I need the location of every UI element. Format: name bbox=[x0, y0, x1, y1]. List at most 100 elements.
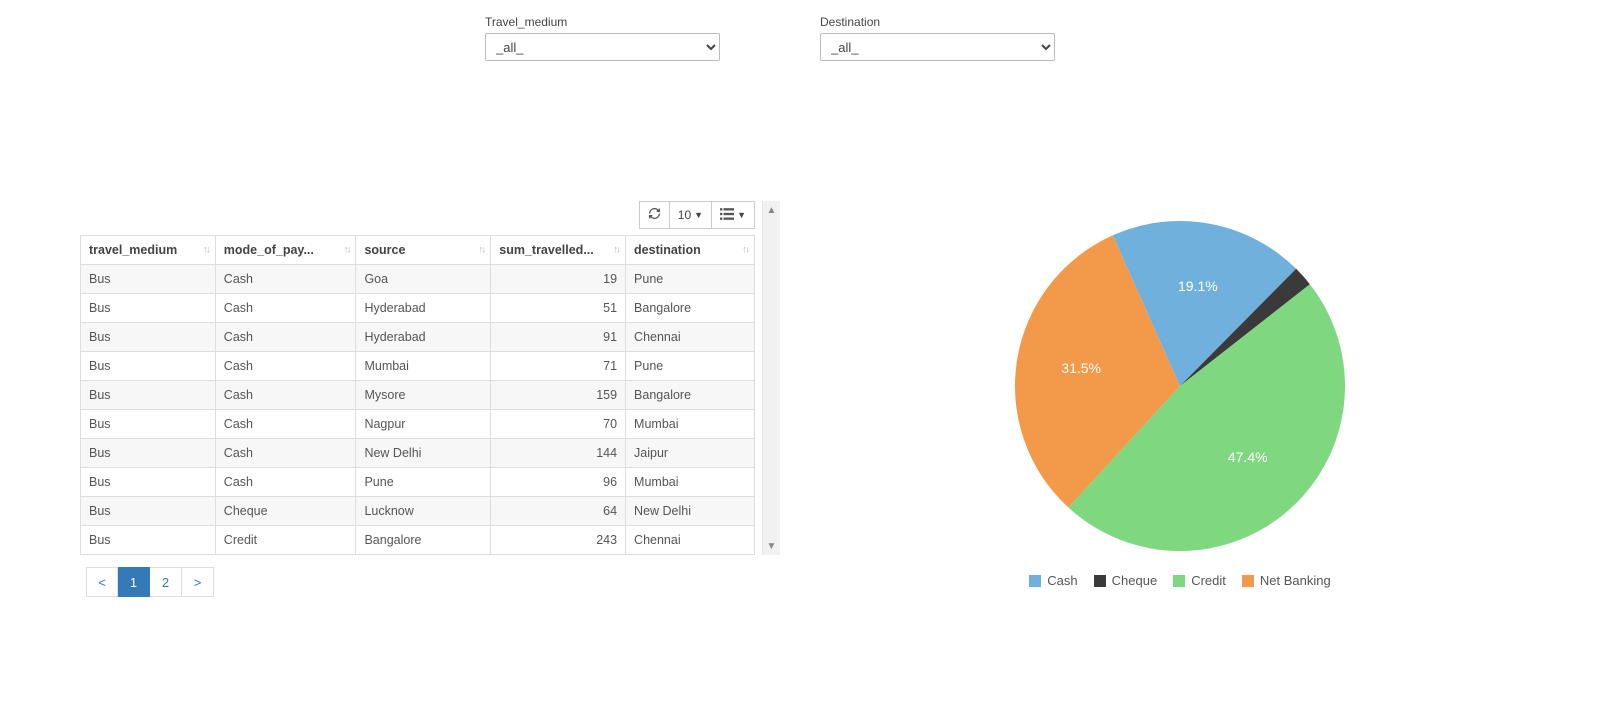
page-next-button[interactable]: > bbox=[182, 567, 214, 597]
sort-icon: ↑↓ bbox=[478, 245, 484, 256]
page-size-value: 10 bbox=[678, 208, 691, 222]
chevron-down-icon: ▼ bbox=[694, 210, 703, 220]
col-mode-of-pay[interactable]: mode_of_pay...↑↓ bbox=[215, 236, 356, 265]
legend-label: Cheque bbox=[1112, 573, 1158, 588]
cell-travel_medium: Bus bbox=[81, 265, 216, 294]
cell-destination: Pune bbox=[626, 352, 755, 381]
chevron-down-icon: ▼ bbox=[737, 210, 746, 220]
cell-mode_of_pay: Cash bbox=[215, 381, 356, 410]
page-prev-button[interactable]: < bbox=[86, 567, 118, 597]
cell-sum_travelled: 96 bbox=[491, 468, 626, 497]
table-row[interactable]: BusCashGoa19Pune bbox=[81, 265, 755, 294]
cell-sum_travelled: 144 bbox=[491, 439, 626, 468]
cell-sum_travelled: 71 bbox=[491, 352, 626, 381]
legend-cash[interactable]: Cash bbox=[1029, 573, 1077, 588]
pie-slice-label: 19.1% bbox=[1178, 278, 1218, 294]
cell-mode_of_pay: Cash bbox=[215, 439, 356, 468]
legend-cheque[interactable]: Cheque bbox=[1094, 573, 1158, 588]
col-source[interactable]: source ↑↓ bbox=[356, 236, 491, 265]
cell-sum_travelled: 159 bbox=[491, 381, 626, 410]
scroll-up-icon[interactable]: ▲ bbox=[763, 201, 780, 219]
legend-label: Net Banking bbox=[1260, 573, 1331, 588]
refresh-button[interactable] bbox=[639, 201, 670, 229]
table-row[interactable]: BusCashNagpur70Mumbai bbox=[81, 410, 755, 439]
cell-source: Pune bbox=[356, 468, 491, 497]
cell-source: Nagpur bbox=[356, 410, 491, 439]
cell-mode_of_pay: Cash bbox=[215, 352, 356, 381]
cell-source: Hyderabad bbox=[356, 294, 491, 323]
table-toolbar: 10 ▼ ▼ bbox=[80, 201, 755, 229]
sort-icon: ↑↓ bbox=[613, 245, 619, 256]
cell-destination: Bangalore bbox=[626, 381, 755, 410]
col-label: destination bbox=[634, 243, 701, 257]
table-row[interactable]: BusCashHyderabad91Chennai bbox=[81, 323, 755, 352]
cell-sum_travelled: 70 bbox=[491, 410, 626, 439]
cell-source: Lucknow bbox=[356, 497, 491, 526]
cell-destination: Pune bbox=[626, 265, 755, 294]
cell-mode_of_pay: Cash bbox=[215, 323, 356, 352]
col-label: travel_medium bbox=[89, 243, 177, 257]
table-header-row: travel_medium ↑↓ mode_of_pay...↑↓ source ↑… bbox=[81, 236, 755, 265]
cell-sum_travelled: 91 bbox=[491, 323, 626, 352]
page-label: 1 bbox=[130, 575, 137, 590]
cell-travel_medium: Bus bbox=[81, 323, 216, 352]
table-row[interactable]: BusChequeLucknow64New Delhi bbox=[81, 497, 755, 526]
data-table: travel_medium ↑↓ mode_of_pay...↑↓ source ↑… bbox=[80, 235, 755, 555]
cell-source: New Delhi bbox=[356, 439, 491, 468]
cell-travel_medium: Bus bbox=[81, 294, 216, 323]
columns-dropdown[interactable]: ▼ bbox=[712, 201, 755, 229]
cell-travel_medium: Bus bbox=[81, 526, 216, 555]
cell-travel_medium: Bus bbox=[81, 468, 216, 497]
pie-legend: Cash Cheque Credit Net Banking bbox=[980, 573, 1380, 588]
sort-icon: ↑↓ bbox=[343, 245, 349, 256]
col-destination[interactable]: destination↑↓ bbox=[626, 236, 755, 265]
cell-travel_medium: Bus bbox=[81, 497, 216, 526]
cell-mode_of_pay: Cash bbox=[215, 410, 356, 439]
legend-label: Credit bbox=[1191, 573, 1226, 588]
filter-travel-medium: Travel_medium _all_ bbox=[485, 15, 720, 61]
cell-destination: Jaipur bbox=[626, 439, 755, 468]
table-row[interactable]: BusCashPune96Mumbai bbox=[81, 468, 755, 497]
cell-destination: Chennai bbox=[626, 526, 755, 555]
scroll-down-icon[interactable]: ▼ bbox=[763, 537, 780, 555]
pie-chart-panel: 19.1%47.4%31.5% Cash Cheque Credit Net B… bbox=[980, 201, 1380, 588]
legend-swatch bbox=[1173, 575, 1185, 587]
table-row[interactable]: BusCashNew Delhi144Jaipur bbox=[81, 439, 755, 468]
cell-travel_medium: Bus bbox=[81, 439, 216, 468]
col-label: source bbox=[364, 243, 405, 257]
cell-destination: Mumbai bbox=[626, 468, 755, 497]
table-scrollbar[interactable]: ▲ ▼ bbox=[762, 201, 780, 555]
cell-travel_medium: Bus bbox=[81, 352, 216, 381]
legend-swatch bbox=[1094, 575, 1106, 587]
legend-swatch bbox=[1242, 575, 1254, 587]
table-row[interactable]: BusCashMysore159Bangalore bbox=[81, 381, 755, 410]
page-size-dropdown[interactable]: 10 ▼ bbox=[670, 201, 712, 229]
refresh-icon bbox=[648, 207, 661, 223]
cell-mode_of_pay: Cash bbox=[215, 265, 356, 294]
table-row[interactable]: BusCashHyderabad51Bangalore bbox=[81, 294, 755, 323]
table-row[interactable]: BusCashMumbai71Pune bbox=[81, 352, 755, 381]
table-row[interactable]: BusCreditBangalore243Chennai bbox=[81, 526, 755, 555]
legend-swatch bbox=[1029, 575, 1041, 587]
cell-source: Goa bbox=[356, 265, 491, 294]
col-sum-travelled[interactable]: sum_travelled...↑↓ bbox=[491, 236, 626, 265]
page-1-button[interactable]: 1 bbox=[118, 567, 150, 597]
filter-travel-medium-select[interactable]: _all_ bbox=[485, 33, 720, 61]
cell-destination: Bangalore bbox=[626, 294, 755, 323]
cell-sum_travelled: 51 bbox=[491, 294, 626, 323]
legend-credit[interactable]: Credit bbox=[1173, 573, 1226, 588]
cell-mode_of_pay: Credit bbox=[215, 526, 356, 555]
cell-source: Mysore bbox=[356, 381, 491, 410]
prev-label: < bbox=[98, 575, 106, 590]
next-label: > bbox=[194, 575, 202, 590]
pie-chart: 19.1%47.4%31.5% bbox=[1015, 221, 1345, 551]
legend-netbanking[interactable]: Net Banking bbox=[1242, 573, 1331, 588]
sort-icon: ↑↓ bbox=[203, 245, 209, 256]
filter-destination-select[interactable]: _all_ bbox=[820, 33, 1055, 61]
cell-sum_travelled: 19 bbox=[491, 265, 626, 294]
page-2-button[interactable]: 2 bbox=[150, 567, 182, 597]
cell-travel_medium: Bus bbox=[81, 381, 216, 410]
cell-source: Mumbai bbox=[356, 352, 491, 381]
col-travel-medium[interactable]: travel_medium ↑↓ bbox=[81, 236, 216, 265]
cell-sum_travelled: 243 bbox=[491, 526, 626, 555]
